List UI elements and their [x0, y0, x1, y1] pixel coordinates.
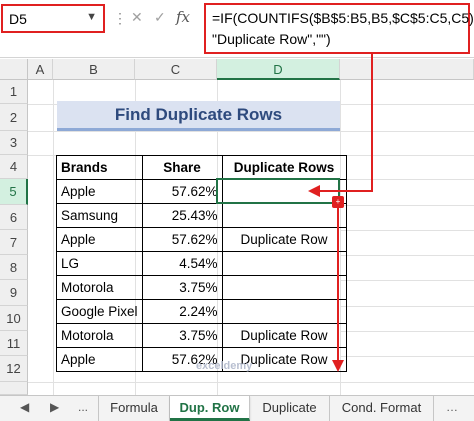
- insert-function-icon[interactable]: fx: [176, 8, 190, 26]
- table-row: Samsung 25.43%: [56, 203, 347, 228]
- gridline: [340, 205, 474, 206]
- tab-scroll-left-icon[interactable]: ◀: [20, 400, 29, 414]
- brand-cell[interactable]: Google Pixel: [56, 299, 143, 324]
- arrow-left-icon: [308, 185, 320, 197]
- annotation-line: [371, 54, 373, 192]
- table-row: LG 4.54%: [56, 251, 347, 276]
- brand-cell[interactable]: Samsung: [56, 203, 143, 228]
- name-box-value: D5: [9, 11, 27, 27]
- row-header-8[interactable]: 8: [0, 255, 28, 280]
- annotation-line: [337, 208, 339, 362]
- row-header-11[interactable]: 11: [0, 331, 28, 356]
- formula-line-1: =IF(COUNTIFS($B$5:B5,B5,$C$5:C5,C5)>1,: [212, 10, 474, 26]
- gridline: [340, 331, 474, 332]
- column-header-a[interactable]: A: [28, 59, 53, 80]
- brand-cell[interactable]: Motorola: [56, 323, 143, 348]
- gridline: [340, 179, 474, 180]
- tab-dup-row[interactable]: Dup. Row: [170, 396, 250, 421]
- brand-cell[interactable]: Apple: [56, 227, 143, 252]
- row-header-10[interactable]: 10: [0, 306, 28, 331]
- tab-scroll-right-icon[interactable]: ▶: [50, 400, 59, 414]
- row-header-1[interactable]: 1: [0, 80, 28, 104]
- share-cell[interactable]: 4.54%: [141, 251, 223, 276]
- row-header-12[interactable]: 12: [0, 356, 28, 382]
- arrow-down-icon: [332, 360, 344, 372]
- gridline: [340, 255, 474, 256]
- brand-cell[interactable]: LG: [56, 251, 143, 276]
- gridline: [340, 230, 474, 231]
- duplicate-cell[interactable]: [221, 203, 347, 228]
- header-brands[interactable]: Brands: [56, 155, 143, 180]
- column-header-d[interactable]: D: [217, 59, 340, 80]
- share-cell[interactable]: 57.62%: [141, 179, 223, 204]
- table-row: Apple 57.62% Duplicate Row: [56, 227, 347, 252]
- header-share[interactable]: Share: [141, 155, 223, 180]
- gridline: [340, 280, 474, 281]
- more-tabs-button[interactable]: ...: [78, 400, 88, 414]
- duplicate-cell[interactable]: [221, 251, 347, 276]
- enter-icon[interactable]: ✓: [154, 9, 166, 26]
- tab-more-icon[interactable]: …: [446, 400, 458, 414]
- formula-bar: D5 ▼ ⋮ ✕ ✓ fx =IF(COUNTIFS($B$5:B5,B5,$C…: [0, 0, 474, 58]
- tab-duplicate[interactable]: Duplicate: [250, 396, 330, 421]
- watermark-logo: exceldemy: [196, 360, 253, 372]
- table-header-row: Brands Share Duplicate Rows: [56, 155, 347, 180]
- row-header-6[interactable]: 6: [0, 205, 28, 230]
- table-row: Motorola 3.75%: [56, 275, 347, 300]
- row-header-7[interactable]: 7: [0, 230, 28, 255]
- sheet-tab-bar: ◀ ▶ ... Formula Dup. Row Duplicate Cond.…: [0, 395, 474, 421]
- share-cell[interactable]: 2.24%: [141, 299, 223, 324]
- header-duplicate-rows[interactable]: Duplicate Rows: [221, 155, 347, 180]
- brand-cell[interactable]: Motorola: [56, 275, 143, 300]
- share-cell[interactable]: 25.43%: [141, 203, 223, 228]
- name-box[interactable]: D5 ▼: [1, 4, 105, 33]
- chevron-down-icon[interactable]: ▼: [86, 11, 97, 23]
- row-header-13: [0, 382, 28, 395]
- column-header-b[interactable]: B: [53, 59, 135, 80]
- brand-cell[interactable]: Apple: [56, 347, 143, 372]
- cancel-icon[interactable]: ✕: [131, 9, 143, 26]
- row-header-9[interactable]: 9: [0, 280, 28, 306]
- gridline: [28, 131, 474, 132]
- duplicate-cell[interactable]: [221, 275, 347, 300]
- row-header-2[interactable]: 2: [0, 104, 28, 131]
- autofill-drag-icon: +: [332, 196, 344, 208]
- duplicate-cell[interactable]: Duplicate Row: [221, 323, 347, 348]
- column-header-c[interactable]: C: [135, 59, 217, 80]
- row-header-3[interactable]: 3: [0, 131, 28, 155]
- row-header-5[interactable]: 5: [0, 179, 28, 205]
- row-header-4[interactable]: 4: [0, 155, 28, 179]
- table-row: Motorola 3.75% Duplicate Row: [56, 323, 347, 348]
- more-options-icon: ⋮: [113, 10, 127, 26]
- formula-input[interactable]: =IF(COUNTIFS($B$5:B5,B5,$C$5:C5,C5)>1, "…: [204, 3, 474, 54]
- share-cell[interactable]: 57.62%: [141, 227, 223, 252]
- select-all-corner[interactable]: [0, 59, 28, 80]
- share-cell[interactable]: 3.75%: [141, 275, 223, 300]
- gridline: [53, 80, 54, 395]
- gridline: [340, 306, 474, 307]
- duplicate-cell[interactable]: Duplicate Row: [221, 227, 347, 252]
- column-header-blank: [340, 59, 474, 80]
- tab-formula[interactable]: Formula: [98, 396, 170, 421]
- annotation-line: [318, 190, 373, 192]
- sheet-title: Find Duplicate Rows: [57, 101, 340, 131]
- formula-line-2: "Duplicate Row",""): [212, 31, 331, 47]
- tab-cond-format[interactable]: Cond. Format: [330, 396, 434, 421]
- duplicate-cell[interactable]: [221, 299, 347, 324]
- table-row: Google Pixel 2.24%: [56, 299, 347, 324]
- gridline: [28, 382, 474, 383]
- share-cell[interactable]: 3.75%: [141, 323, 223, 348]
- brand-cell[interactable]: Apple: [56, 179, 143, 204]
- gridline: [340, 356, 474, 357]
